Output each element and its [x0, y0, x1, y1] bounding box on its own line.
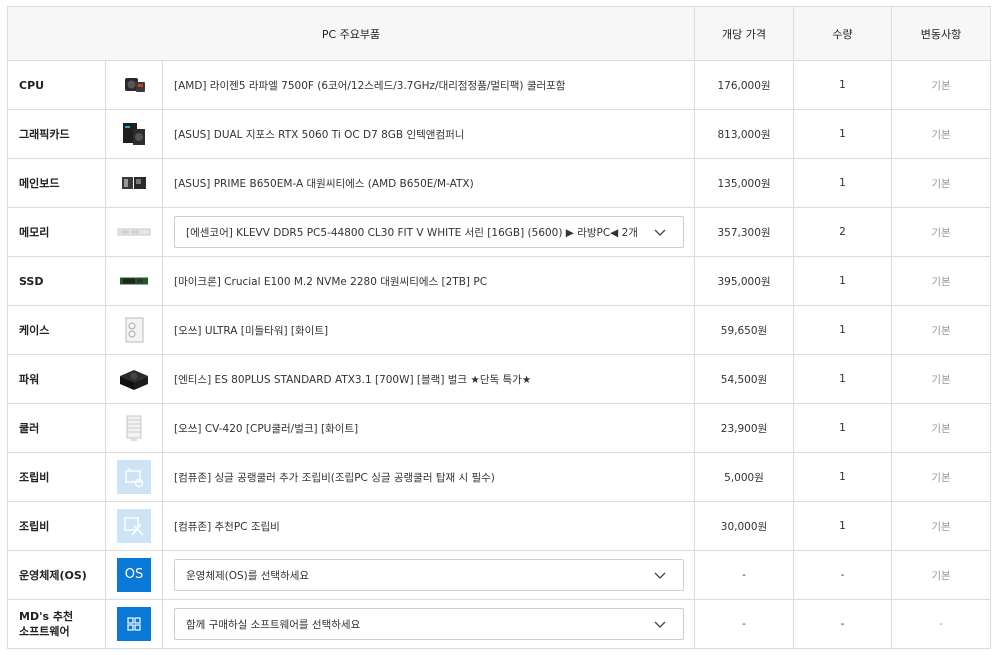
status-label: -: [891, 599, 991, 649]
status-label: 기본: [891, 452, 991, 502]
os-select-dropdown[interactable]: 운영체제(OS)를 선택하세요: [174, 559, 684, 591]
status-label: 기본: [891, 158, 991, 208]
status-label: 기본: [891, 256, 991, 306]
quantity: 1: [793, 305, 892, 355]
row-category: 메모리: [7, 207, 106, 257]
table-row: SSD [마이크론] Crucial E100 M.2 NVMe 2280 대원…: [7, 256, 991, 306]
product-name[interactable]: [AMD] 라이젠5 라파엘 7500F (6코어/12스레드/3.7GHz/대…: [162, 60, 695, 110]
row-category: 운영체제(OS): [7, 550, 106, 600]
unit-price: 813,000원: [694, 109, 794, 159]
table-row: 그래픽카드 [ASUS] DUAL 지포스 RTX 5060 Ti OC D7 …: [7, 109, 991, 159]
product-name[interactable]: [오쓰] CV-420 [CPU쿨러/벌크] [화이트]: [162, 403, 695, 453]
os-select-placeholder: 운영체제(OS)를 선택하세요: [186, 569, 310, 582]
category-line-2: 소프트웨어: [19, 625, 70, 638]
category-line-1: MD's 추천: [19, 610, 74, 623]
table-row: 메인보드 [ASUS] PRIME B650EM-A 대원씨티에스 (AMD B…: [7, 158, 991, 208]
status-label: 기본: [891, 501, 991, 551]
header-changes: 변동사항: [891, 6, 991, 61]
quantity: -: [793, 599, 892, 649]
status-label: 기본: [891, 207, 991, 257]
row-category: 메인보드: [7, 158, 106, 208]
chevron-down-icon: [654, 572, 666, 579]
quantity: 1: [793, 501, 892, 551]
unit-price: 54,500원: [694, 354, 794, 404]
table-row: MD's 추천 소프트웨어 함께 구매하실 소프트웨어를 선택하세요 - - -: [7, 599, 991, 649]
table-row: CPU [AMD] 라이젠5 라파엘 7500F (6코어/12스레드/3.7G…: [7, 60, 991, 110]
quantity: 1: [793, 354, 892, 404]
case-icon: [117, 313, 151, 347]
row-category: 파워: [7, 354, 106, 404]
memory-module-icon: [117, 215, 151, 249]
status-label: 기본: [891, 60, 991, 110]
header-parts: PC 주요부품: [7, 6, 695, 61]
status-label: 기본: [891, 550, 991, 600]
product-name[interactable]: [ASUS] DUAL 지포스 RTX 5060 Ti OC D7 8GB 인텍…: [162, 109, 695, 159]
assembly-tools-icon: [117, 509, 151, 543]
row-category: CPU: [7, 60, 106, 110]
memory-select-dropdown[interactable]: [에센코어] KLEVV DDR5 PC5-44800 CL30 FIT V W…: [174, 216, 684, 248]
header-quantity: 수량: [793, 6, 892, 61]
status-label: 기본: [891, 403, 991, 453]
table-header-row: PC 주요부품 개당 가격 수량 변동사항: [7, 6, 991, 61]
graphics-card-icon: [117, 117, 151, 151]
table-row: 케이스 [오쓰] ULTRA [미들타워] [화이트] 59,650원 1 기본: [7, 305, 991, 355]
status-label: 기본: [891, 354, 991, 404]
product-name[interactable]: [ASUS] PRIME B650EM-A 대원씨티에스 (AMD B650E/…: [162, 158, 695, 208]
unit-price: 59,650원: [694, 305, 794, 355]
row-category: 조립비: [7, 452, 106, 502]
row-category: 조립비: [7, 501, 106, 551]
row-category: MD's 추천 소프트웨어: [7, 599, 106, 649]
cpu-cooler-icon: [117, 68, 151, 102]
power-supply-icon: [117, 362, 151, 396]
memory-select-value: [에센코어] KLEVV DDR5 PC5-44800 CL30 FIT V W…: [186, 226, 638, 239]
product-name[interactable]: [컴퓨존] 싱글 공랭쿨러 추가 조립비(조립PC 싱글 공랭쿨러 탑재 시 필…: [162, 452, 695, 502]
row-category: SSD: [7, 256, 106, 306]
assembly-service-icon: [117, 460, 151, 494]
ssd-icon: [117, 264, 151, 298]
row-category: 그래픽카드: [7, 109, 106, 159]
table-row: 운영체제(OS) OS 운영체제(OS)를 선택하세요 - - 기본: [7, 550, 991, 600]
unit-price: 176,000원: [694, 60, 794, 110]
motherboard-icon: [117, 166, 151, 200]
product-name[interactable]: [오쓰] ULTRA [미들타워] [화이트]: [162, 305, 695, 355]
table-row: 파워 [엔티스] ES 80PLUS STANDARD ATX3.1 [700W…: [7, 354, 991, 404]
row-category: 쿨러: [7, 403, 106, 453]
product-name[interactable]: [컴퓨존] 추천PC 조립비: [162, 501, 695, 551]
table-row: 메모리 [에센코어] KLEVV DDR5 PC5-44800 CL30 FIT…: [7, 207, 991, 257]
table-row: 조립비 [컴퓨존] 싱글 공랭쿨러 추가 조립비(조립PC 싱글 공랭쿨러 탑재…: [7, 452, 991, 502]
unit-price: 23,900원: [694, 403, 794, 453]
unit-price: 395,000원: [694, 256, 794, 306]
unit-price: 5,000원: [694, 452, 794, 502]
os-icon: OS: [117, 558, 151, 592]
table-row: 조립비 [컴퓨존] 추천PC 조립비 30,000원 1 기본: [7, 501, 991, 551]
quantity: 1: [793, 158, 892, 208]
quantity: 1: [793, 256, 892, 306]
unit-price: 357,300원: [694, 207, 794, 257]
row-category: 케이스: [7, 305, 106, 355]
quantity: 1: [793, 60, 892, 110]
status-label: 기본: [891, 109, 991, 159]
unit-price: -: [694, 550, 794, 600]
software-select-placeholder: 함께 구매하실 소프트웨어를 선택하세요: [186, 618, 361, 631]
pc-parts-table: PC 주요부품 개당 가격 수량 변동사항 CPU [AMD] 라이젠5 라파엘…: [7, 6, 991, 649]
quantity: 2: [793, 207, 892, 257]
cpu-air-cooler-icon: [117, 411, 151, 445]
unit-price: 30,000원: [694, 501, 794, 551]
unit-price: 135,000원: [694, 158, 794, 208]
quantity: 1: [793, 452, 892, 502]
software-icon: [117, 607, 151, 641]
software-select-dropdown[interactable]: 함께 구매하실 소프트웨어를 선택하세요: [174, 608, 684, 640]
chevron-down-icon: [654, 621, 666, 628]
status-label: 기본: [891, 305, 991, 355]
header-unit-price: 개당 가격: [694, 6, 794, 61]
chevron-down-icon: [654, 229, 666, 236]
quantity: 1: [793, 109, 892, 159]
product-name[interactable]: [엔티스] ES 80PLUS STANDARD ATX3.1 [700W] […: [162, 354, 695, 404]
quantity: -: [793, 550, 892, 600]
product-name[interactable]: [마이크론] Crucial E100 M.2 NVMe 2280 대원씨티에스…: [162, 256, 695, 306]
table-row: 쿨러 [오쓰] CV-420 [CPU쿨러/벌크] [화이트] 23,900원 …: [7, 403, 991, 453]
quantity: 1: [793, 403, 892, 453]
unit-price: -: [694, 599, 794, 649]
